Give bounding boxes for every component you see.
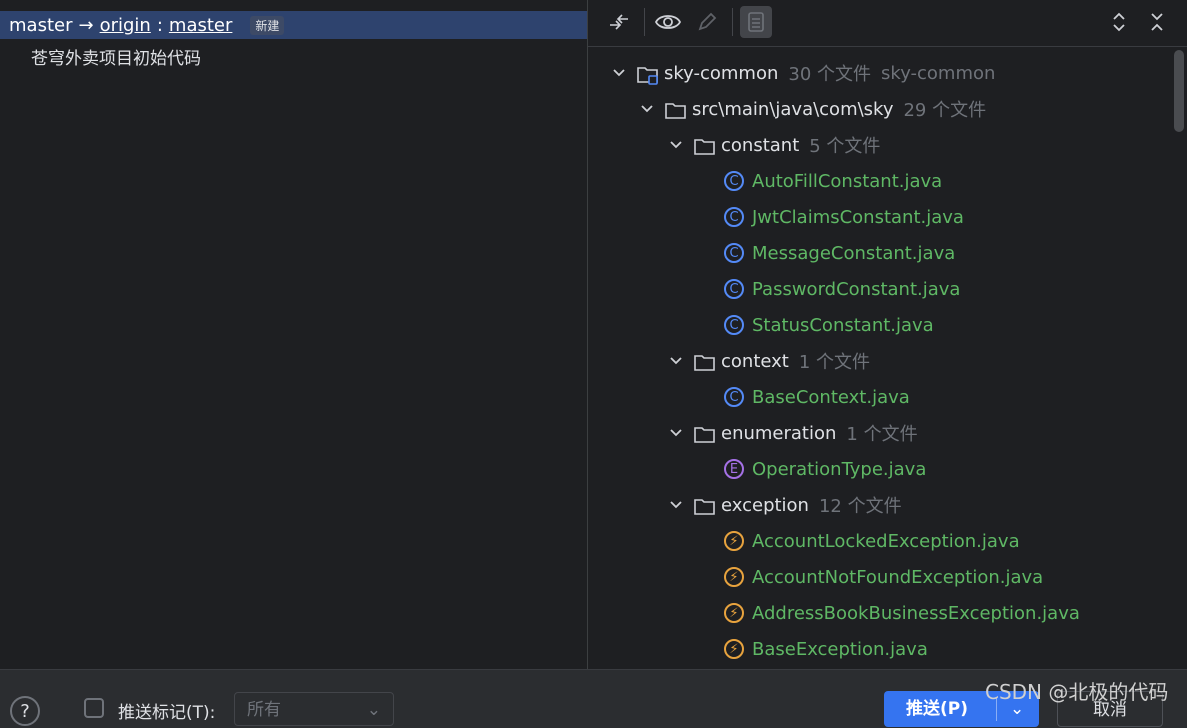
toolbar [588, 0, 1187, 47]
eye-icon[interactable] [652, 6, 684, 38]
chevron-down-icon: ⌄ [366, 700, 381, 720]
pencil-icon[interactable] [691, 6, 723, 38]
tree-node-root[interactable]: sky-common 30 个文件 sky-common [610, 55, 995, 91]
folder-icon [693, 424, 715, 443]
local-branch: master [9, 14, 73, 36]
tree-file[interactable]: C JwtClaimsConstant.java [724, 199, 964, 235]
class-icon: C [724, 207, 744, 227]
tags-select-value: 所有 [247, 700, 281, 720]
exception-icon: ⚡ [724, 531, 744, 551]
file-name: PasswordConstant.java [752, 278, 961, 300]
class-icon: C [724, 279, 744, 299]
file-name: StatusConstant.java [752, 314, 934, 336]
chevron-down-icon[interactable] [667, 352, 685, 370]
node-count: 1 个文件 [846, 424, 918, 445]
file-name: OperationType.java [752, 458, 927, 480]
tree-node-folder[interactable]: constant 5 个文件 [667, 127, 880, 163]
folder-icon [693, 136, 715, 155]
chevron-down-icon[interactable] [610, 64, 628, 82]
new-badge: 新建 [250, 15, 285, 35]
changes-pane: sky-common 30 个文件 sky-common src\main\ja… [588, 0, 1187, 669]
chevron-down-icon[interactable] [638, 100, 656, 118]
expand-all-icon[interactable] [1103, 6, 1135, 38]
file-name: AutoFillConstant.java [752, 170, 943, 192]
node-name: enumeration [721, 422, 837, 444]
class-icon: C [724, 243, 744, 263]
node-name: exception [721, 494, 809, 516]
exception-icon: ⚡ [724, 603, 744, 623]
folder-icon [693, 496, 715, 515]
folder-icon [664, 100, 686, 119]
exception-icon: ⚡ [724, 567, 744, 587]
tree-node-folder[interactable]: exception 12 个文件 [667, 487, 902, 523]
file-name: BaseContext.java [752, 386, 910, 408]
help-button[interactable]: ? [10, 696, 40, 726]
file-name: AddressBookBusinessException.java [752, 602, 1080, 624]
chevron-down-icon[interactable] [667, 136, 685, 154]
node-name: constant [721, 134, 800, 156]
class-icon: C [724, 387, 744, 407]
file-name: MessageConstant.java [752, 242, 956, 264]
remote-link[interactable]: origin [100, 15, 151, 36]
tree-file[interactable]: ⚡ AccountLockedException.java [724, 523, 1020, 559]
tree-file[interactable]: E OperationType.java [724, 451, 926, 487]
class-icon: C [724, 171, 744, 191]
toolbar-separator [732, 8, 733, 36]
file-name: BaseException.java [752, 638, 928, 660]
chevron-down-icon[interactable] [667, 496, 685, 514]
folder-icon [693, 352, 715, 371]
tree-file[interactable]: C MessageConstant.java [724, 235, 955, 271]
watermark: CSDN @北极的代码 [985, 680, 1169, 704]
commit-message[interactable]: 苍穹外卖项目初始代码 [31, 44, 201, 69]
chevron-down-icon[interactable] [667, 424, 685, 442]
node-count: 30 个文件 [788, 64, 872, 85]
tree-file[interactable]: C StatusConstant.java [724, 307, 934, 343]
scrollbar-thumb[interactable] [1174, 50, 1184, 132]
arrow-icon: → [78, 14, 94, 36]
module-name: sky-common [881, 62, 996, 84]
branch-row[interactable]: master → origin : master 新建 [0, 11, 587, 39]
tree-file[interactable]: ⚡ AccountNotFoundException.java [724, 559, 1043, 595]
module-folder-icon [636, 64, 658, 85]
push-button-label: 推送(P) [906, 699, 968, 719]
collapse-arrows-icon[interactable] [603, 6, 635, 38]
node-name: sky-common [664, 62, 779, 84]
push-tags-checkbox[interactable] [84, 698, 104, 718]
file-name: AccountNotFoundException.java [752, 566, 1044, 588]
node-name: src\main\java\com\sky [692, 98, 894, 120]
tree-file[interactable]: C PasswordConstant.java [724, 271, 960, 307]
enum-icon: E [724, 459, 744, 479]
tags-select[interactable]: 所有 ⌄ [234, 692, 394, 726]
tree-file[interactable]: C BaseContext.java [724, 379, 910, 415]
tree-file[interactable]: ⚡ AddressBookBusinessException.java [724, 595, 1080, 631]
branch-separator: : [156, 14, 163, 36]
commits-pane: master → origin : master 新建 苍穹外卖项目初始代码 [0, 0, 587, 669]
node-count: 29 个文件 [903, 100, 987, 121]
node-count: 1 个文件 [798, 352, 871, 373]
node-count: 12 个文件 [818, 496, 902, 517]
exception-icon: ⚡ [724, 639, 744, 659]
document-icon[interactable] [740, 6, 772, 38]
file-name: AccountLockedException.java [752, 530, 1020, 552]
collapse-all-icon[interactable] [1141, 6, 1173, 38]
tree-node-folder[interactable]: context 1 个文件 [667, 343, 870, 379]
tree-file[interactable]: ⚡ BaseException.java [724, 631, 928, 667]
tree-node-folder[interactable]: enumeration 1 个文件 [667, 415, 918, 451]
remote-branch-link[interactable]: master [169, 15, 232, 36]
file-name: JwtClaimsConstant.java [752, 206, 964, 228]
node-name: context [721, 350, 789, 372]
toolbar-separator [644, 8, 645, 36]
class-icon: C [724, 315, 744, 335]
node-count: 5 个文件 [809, 136, 881, 157]
tree-node-path[interactable]: src\main\java\com\sky 29 个文件 [638, 91, 986, 127]
tree-file[interactable]: C AutoFillConstant.java [724, 163, 942, 199]
